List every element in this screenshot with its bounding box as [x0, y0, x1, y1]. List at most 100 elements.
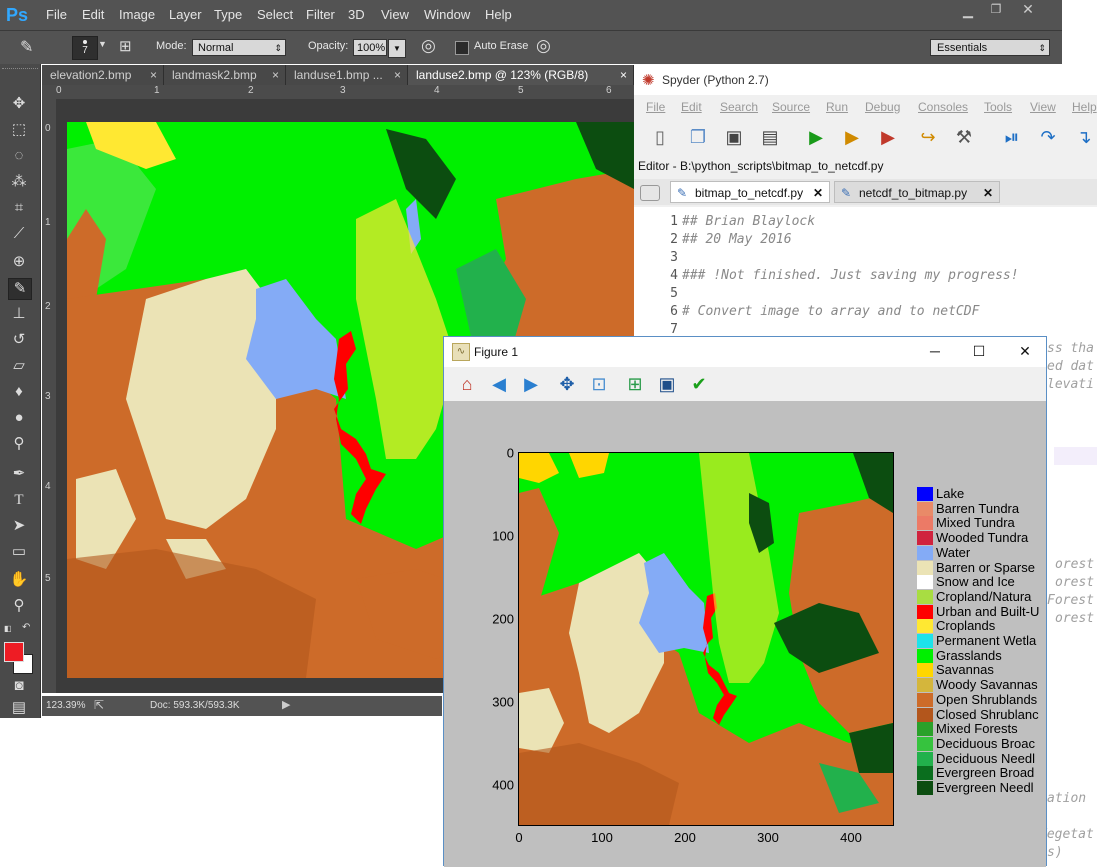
- ps-menu-select[interactable]: Select: [257, 7, 293, 22]
- pen-tool-icon[interactable]: ✒: [8, 464, 30, 484]
- ps-menu-type[interactable]: Type: [214, 7, 242, 22]
- lasso-tool-icon[interactable]: ◌: [8, 146, 30, 166]
- minimize-icon[interactable]: ─: [920, 337, 950, 367]
- dodge-tool-icon[interactable]: ⚲: [8, 434, 30, 454]
- save-all-icon[interactable]: ▤: [758, 125, 782, 149]
- brush-size-picker[interactable]: 7: [72, 36, 98, 60]
- run-selection-icon[interactable]: ↪: [916, 125, 940, 149]
- mode-select[interactable]: Normal ⇕: [192, 39, 286, 56]
- tab-netcdf-to-bitmap[interactable]: ✎ netcdf_to_bitmap.py ✕: [834, 181, 1000, 203]
- move-tool-icon[interactable]: ✥: [8, 94, 30, 114]
- type-tool-icon[interactable]: T: [8, 490, 30, 510]
- pencil-icon[interactable]: ✎: [20, 37, 33, 57]
- close-icon[interactable]: ×: [272, 65, 279, 85]
- history-brush-icon[interactable]: ↺: [8, 330, 30, 350]
- maximize-icon[interactable]: ☐: [964, 337, 994, 367]
- tab-landuse2[interactable]: landuse2.bmp @ 123% (RGB/8) ×: [408, 65, 634, 85]
- crop-tool-icon[interactable]: ⌗: [8, 198, 30, 218]
- hand-tool-icon[interactable]: ✋: [8, 570, 30, 590]
- run-icon[interactable]: ▶: [804, 125, 828, 149]
- pencil-tool-icon[interactable]: ✎: [8, 278, 32, 300]
- save-figure-icon[interactable]: ▣: [654, 371, 680, 397]
- sp-menu-file[interactable]: File: [646, 100, 665, 114]
- ps-close-icon[interactable]: ✕: [1018, 1, 1038, 17]
- play-arrow-icon[interactable]: ▶: [282, 698, 290, 711]
- ps-menu-help[interactable]: Help: [485, 7, 512, 22]
- close-icon[interactable]: ✕: [1010, 337, 1040, 367]
- tab-browse-icon[interactable]: [640, 185, 660, 201]
- new-file-icon[interactable]: ▯: [648, 125, 672, 149]
- run-configure-icon[interactable]: ⚒: [952, 125, 976, 149]
- close-icon[interactable]: ✕: [813, 182, 823, 204]
- home-icon[interactable]: ⌂: [454, 371, 480, 397]
- step-icon[interactable]: ↷: [1036, 125, 1060, 149]
- eyedropper-tool-icon[interactable]: ⟋: [8, 224, 30, 244]
- chevron-down-icon[interactable]: ▼: [98, 39, 107, 49]
- sp-menu-edit[interactable]: Edit: [681, 100, 702, 114]
- debug-icon[interactable]: ⏯: [1000, 125, 1024, 149]
- sp-menu-help[interactable]: Help: [1072, 100, 1097, 114]
- brush-panel-icon[interactable]: ⊞: [119, 37, 132, 55]
- open-file-icon[interactable]: ❐: [686, 125, 710, 149]
- zoom-rect-icon[interactable]: ⊡: [586, 371, 612, 397]
- close-icon[interactable]: ×: [620, 65, 627, 85]
- sp-menu-source[interactable]: Source: [772, 100, 810, 114]
- forward-arrow-icon[interactable]: ▶: [518, 371, 544, 397]
- tab-bitmap-to-netcdf[interactable]: ✎ bitmap_to_netcdf.py ✕: [670, 181, 830, 203]
- back-arrow-icon[interactable]: ◀: [486, 371, 512, 397]
- healing-brush-icon[interactable]: ⊕: [8, 252, 30, 272]
- quick-mask-icon[interactable]: ◙: [8, 676, 30, 696]
- zoom-level[interactable]: 123.39%: [46, 700, 85, 711]
- sp-menu-consoles[interactable]: Consoles: [918, 100, 968, 114]
- sp-menu-debug[interactable]: Debug: [865, 100, 900, 114]
- opacity-input[interactable]: 100%: [353, 39, 387, 56]
- rectangle-tool-icon[interactable]: ▭: [8, 542, 30, 562]
- ps-menu-window[interactable]: Window: [424, 7, 470, 22]
- screen-mode-icon[interactable]: ▤: [8, 698, 30, 718]
- ps-minimize-icon[interactable]: ▁: [958, 3, 978, 19]
- sp-menu-view[interactable]: View: [1030, 100, 1056, 114]
- quick-select-icon[interactable]: ⁂: [8, 172, 30, 192]
- blur-tool-icon[interactable]: ●: [8, 408, 30, 428]
- ps-menu-3d[interactable]: 3D: [348, 7, 365, 22]
- swap-colors-icon[interactable]: ↶: [22, 622, 34, 634]
- path-select-icon[interactable]: ➤: [8, 516, 30, 536]
- subplots-icon[interactable]: ⊞: [622, 371, 648, 397]
- sp-menu-run[interactable]: Run: [826, 100, 848, 114]
- edit-axis-icon[interactable]: ✔: [686, 371, 712, 397]
- close-icon[interactable]: ✕: [983, 182, 993, 204]
- ps-menu-filter[interactable]: Filter: [306, 7, 335, 22]
- workspace-select[interactable]: Essentials ⇕: [930, 39, 1050, 56]
- marquee-tool-icon[interactable]: ⬚: [8, 120, 30, 140]
- sp-menu-tools[interactable]: Tools: [984, 100, 1012, 114]
- eraser-tool-icon[interactable]: ▱: [8, 356, 30, 376]
- run-cell-icon[interactable]: ▶: [840, 125, 864, 149]
- opacity-dropdown-button[interactable]: ▼: [388, 39, 406, 58]
- tab-elevation2[interactable]: elevation2.bmp ×: [42, 65, 164, 85]
- close-icon[interactable]: ×: [394, 65, 401, 85]
- zoom-tool-icon[interactable]: ⚲: [8, 596, 30, 616]
- clone-stamp-icon[interactable]: ⊥: [8, 304, 30, 324]
- save-icon[interactable]: ▣: [722, 125, 746, 149]
- step-into-icon[interactable]: ↴: [1072, 125, 1096, 149]
- pan-icon[interactable]: ✥: [554, 371, 580, 397]
- sp-menu-search[interactable]: Search: [720, 100, 758, 114]
- run-cell-advance-icon[interactable]: ▶: [876, 125, 900, 149]
- ps-menu-layer[interactable]: Layer: [169, 7, 202, 22]
- ps-menu-view[interactable]: View: [381, 7, 409, 22]
- tab-landmask2[interactable]: landmask2.bmp ×: [164, 65, 286, 85]
- pressure-size-icon[interactable]: ◎: [536, 36, 551, 56]
- ps-restore-icon[interactable]: ❐: [986, 2, 1006, 18]
- toolbox-grip[interactable]: [2, 68, 38, 72]
- ps-menu-file[interactable]: File: [46, 7, 67, 22]
- default-colors-icon[interactable]: ◧: [4, 624, 14, 634]
- paint-bucket-icon[interactable]: ♦: [8, 382, 30, 402]
- close-icon[interactable]: ×: [150, 65, 157, 85]
- foreground-color-swatch[interactable]: [4, 642, 24, 662]
- ps-menu-edit[interactable]: Edit: [82, 7, 104, 22]
- pressure-opacity-icon[interactable]: ◎: [421, 36, 436, 56]
- ps-menu-image[interactable]: Image: [119, 7, 155, 22]
- tab-landuse1[interactable]: landuse1.bmp ... ×: [286, 65, 408, 85]
- export-icon[interactable]: ⇱: [94, 698, 104, 712]
- figure-canvas[interactable]: 0 100 200 300 400 0 100 200 300 400 Lake…: [444, 401, 1046, 867]
